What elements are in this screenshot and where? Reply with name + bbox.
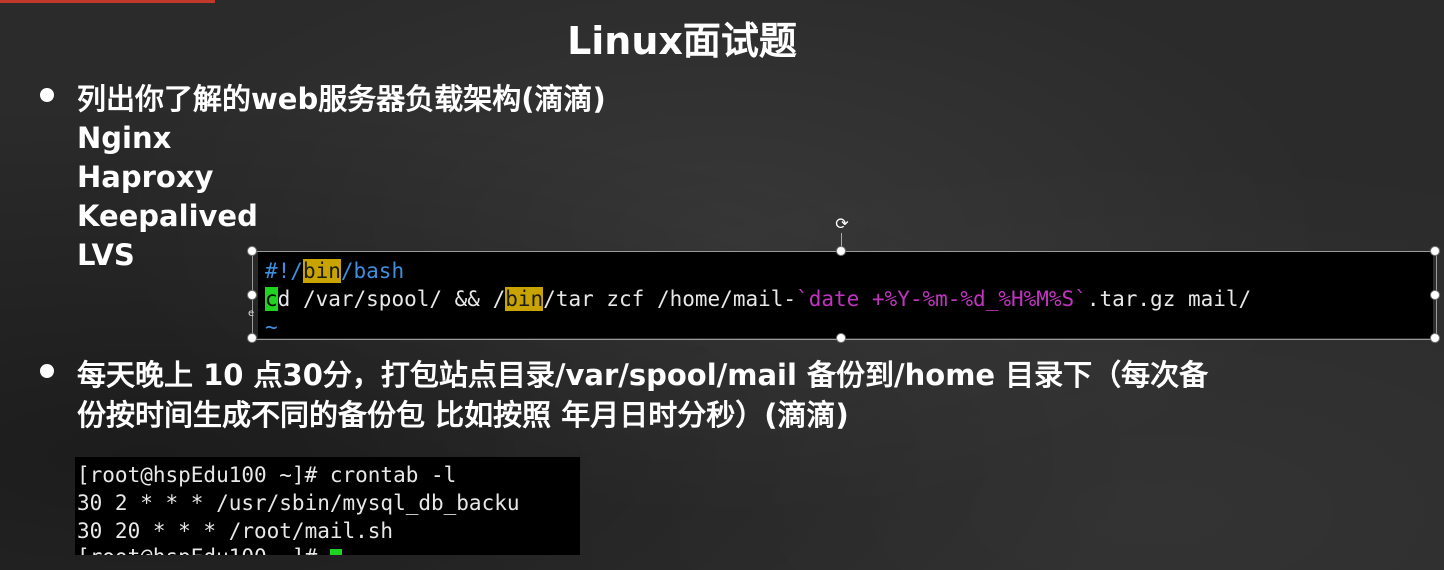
terminal-prompt: [root@hspEdu100 ~]# — [77, 545, 330, 555]
question-2: 每天晚上 10 点30分，打包站点目录/var/spool/mail 备份到/h… — [77, 355, 1208, 435]
resize-handle-top[interactable] — [836, 246, 846, 256]
resize-handle-left[interactable] — [247, 290, 257, 300]
terminal-line-4: [root@hspEdu100 ~]# — [77, 545, 342, 555]
question-2-line-2: 份按时间生成不同的备份包 比如按照 年月日时分秒）(滴滴) — [77, 398, 849, 432]
slide-title: Linux面试题 — [567, 19, 797, 63]
top-accent-bar — [0, 0, 215, 3]
crontab-terminal-image[interactable]: [root@hspEdu100 ~]# crontab -l 30 2 * * … — [75, 457, 580, 555]
side-label: e — [248, 308, 255, 319]
resize-handle-bottom-right[interactable] — [1430, 333, 1440, 343]
bullet-icon — [40, 88, 54, 102]
bullet-icon — [40, 364, 54, 378]
terminal-line-3: 30 20 * * * /root/mail.sh — [77, 519, 394, 543]
answer-nginx: Nginx — [77, 121, 172, 155]
resize-handle-bottom[interactable] — [836, 333, 846, 343]
resize-handle-bottom-left[interactable] — [247, 333, 257, 343]
selection-frame — [252, 251, 1437, 340]
answer-haproxy: Haproxy — [77, 160, 214, 194]
resize-handle-right[interactable] — [1430, 290, 1440, 300]
resize-handle-top-left[interactable] — [247, 246, 257, 256]
terminal-line-2: 30 2 * * * /usr/sbin/mysql_db_backu — [77, 491, 520, 515]
question-2-line-1: 每天晚上 10 点30分，打包站点目录/var/spool/mail 备份到/h… — [77, 358, 1209, 392]
question-1-text: 列出你了解的web服务器负载架构(滴滴) — [77, 82, 606, 116]
terminal-line-1: [root@hspEdu100 ~]# crontab -l — [77, 463, 457, 487]
answer-keepalived: Keepalived — [77, 199, 258, 233]
resize-handle-top-right[interactable] — [1430, 246, 1440, 256]
rotate-handle-icon[interactable]: ⟳ — [833, 215, 851, 233]
terminal-cursor — [329, 549, 342, 555]
question-1: 列出你了解的web服务器负载架构(滴滴) Nginx Haproxy Keepa… — [77, 80, 606, 275]
